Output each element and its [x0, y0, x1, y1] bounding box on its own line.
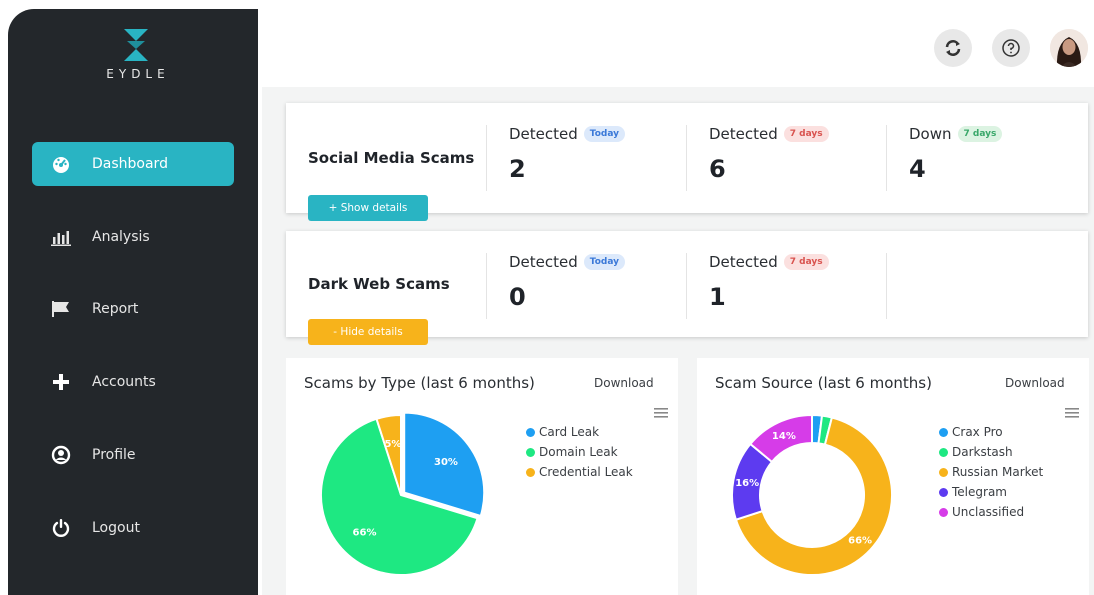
data-label: 66% — [353, 528, 377, 539]
eydle-logo-icon — [124, 29, 148, 61]
flag-icon — [50, 298, 72, 320]
stat-value: 0 — [509, 283, 526, 311]
sidebar-item-label: Analysis — [92, 229, 150, 245]
sidebar-item-label: Profile — [92, 447, 136, 463]
refresh-icon — [945, 40, 961, 56]
chart-title: Scams by Type (last 6 months) — [304, 374, 535, 392]
chart-legend: Card Leak Domain Leak Credential Leak — [526, 422, 633, 482]
gauge-icon — [50, 153, 72, 175]
legend-item[interactable]: Unclassified — [939, 502, 1043, 522]
sidebar-item-label: Dashboard — [92, 156, 168, 172]
stat-label: Detected — [709, 125, 778, 143]
sidebar: EYDLE Dashboard Analysis Report Accounts — [8, 9, 258, 595]
content-area: Social Media Scams Detected Today 2 Detec… — [262, 87, 1094, 595]
legend-label: Telegram — [952, 485, 1007, 499]
stat-detected-7days: Detected 7 days 1 — [686, 253, 886, 319]
pie-chart-type: 30% 66% 5% — [320, 411, 486, 576]
sidebar-item-accounts[interactable]: Accounts — [32, 360, 234, 404]
refresh-button[interactable] — [934, 29, 972, 67]
legend-item[interactable]: Domain Leak — [526, 442, 633, 462]
stat-down-7days: Down 7 days 4 — [886, 125, 1086, 191]
stat-detected-today: Detected Today 0 — [486, 253, 686, 319]
card-title: Dark Web Scams — [308, 275, 450, 293]
legend-item[interactable]: Darkstash — [939, 442, 1043, 462]
badge-7days: 7 days — [957, 126, 1003, 142]
hamburger-menu-icon[interactable] — [654, 408, 668, 418]
badge-7days: 7 days — [783, 126, 829, 142]
topbar — [262, 9, 1094, 87]
main-content: Social Media Scams Detected Today 2 Detec… — [262, 9, 1094, 595]
donut-chart-source: 66% 16% 14% — [731, 413, 893, 576]
chart-title: Scam Source (last 6 months) — [715, 374, 932, 392]
legend-item[interactable]: Russian Market — [939, 462, 1043, 482]
badge-today: Today — [583, 254, 626, 270]
sidebar-item-analysis[interactable]: Analysis — [32, 215, 234, 259]
stat-detected-today: Detected Today 2 — [486, 125, 686, 191]
help-icon — [1002, 39, 1020, 57]
legend-label: Domain Leak — [539, 445, 618, 459]
user-avatar[interactable] — [1050, 29, 1088, 67]
legend-label: Credential Leak — [539, 465, 633, 479]
stat-value: 1 — [709, 283, 726, 311]
hide-details-button[interactable]: - Hide details — [308, 319, 428, 345]
stat-value: 2 — [509, 155, 526, 183]
legend-label: Crax Pro — [952, 425, 1003, 439]
stat-label: Detected — [509, 125, 578, 143]
scam-source-panel: Scam Source (last 6 months) Download 66%… — [697, 358, 1089, 595]
stat-label: Detected — [509, 253, 578, 271]
stat-empty — [886, 253, 1086, 319]
plus-icon — [50, 371, 72, 393]
download-link[interactable]: Download — [594, 376, 654, 390]
show-details-button[interactable]: + Show details — [308, 195, 428, 221]
sidebar-item-label: Logout — [92, 520, 140, 536]
legend-item[interactable]: Crax Pro — [939, 422, 1043, 442]
download-link[interactable]: Download — [1005, 376, 1065, 390]
social-media-card: Social Media Scams Detected Today 2 Detec… — [286, 103, 1088, 221]
card-title: Social Media Scams — [308, 149, 475, 167]
sidebar-item-label: Report — [92, 301, 139, 317]
legend-label: Russian Market — [952, 465, 1044, 479]
app-root: EYDLE Dashboard Analysis Report Accounts — [0, 0, 1094, 595]
data-label: 5% — [384, 439, 401, 450]
badge-7days: 7 days — [783, 254, 829, 270]
stat-label: Detected — [709, 253, 778, 271]
stat-detected-7days: Detected 7 days 6 — [686, 125, 886, 191]
logo[interactable]: EYDLE — [96, 27, 176, 81]
stat-value: 4 — [909, 155, 926, 183]
hamburger-menu-icon[interactable] — [1065, 408, 1079, 418]
data-label: 30% — [434, 457, 458, 468]
data-label: 16% — [735, 478, 759, 489]
legend-item[interactable]: Telegram — [939, 482, 1043, 502]
legend-label: Unclassified — [952, 505, 1025, 519]
help-button[interactable] — [992, 29, 1030, 67]
bar-chart-icon — [50, 226, 72, 248]
sidebar-item-report[interactable]: Report — [32, 287, 234, 331]
sidebar-item-logout[interactable]: Logout — [32, 506, 234, 550]
brand-name: EYDLE — [106, 67, 170, 81]
data-label: 14% — [772, 431, 796, 442]
chart-legend: Crax Pro Darkstash Russian Market Telegr… — [939, 422, 1043, 522]
sidebar-item-dashboard[interactable]: Dashboard — [32, 142, 234, 186]
power-icon — [50, 517, 72, 539]
legend-item[interactable]: Credential Leak — [526, 462, 633, 482]
user-circle-icon — [50, 444, 72, 466]
legend-item[interactable]: Card Leak — [526, 422, 633, 442]
legend-label: Card Leak — [539, 425, 600, 439]
scams-by-type-panel: Scams by Type (last 6 months) Download 3… — [286, 358, 678, 595]
legend-label: Darkstash — [952, 445, 1013, 459]
data-label: 66% — [848, 536, 872, 547]
stat-value: 6 — [709, 155, 726, 183]
stat-label: Down — [909, 125, 952, 143]
sidebar-item-label: Accounts — [92, 374, 156, 390]
sidebar-item-profile[interactable]: Profile — [32, 433, 234, 477]
badge-today: Today — [583, 126, 626, 142]
dark-web-card: Dark Web Scams Detected Today 0 Detected 7… — [286, 231, 1088, 345]
